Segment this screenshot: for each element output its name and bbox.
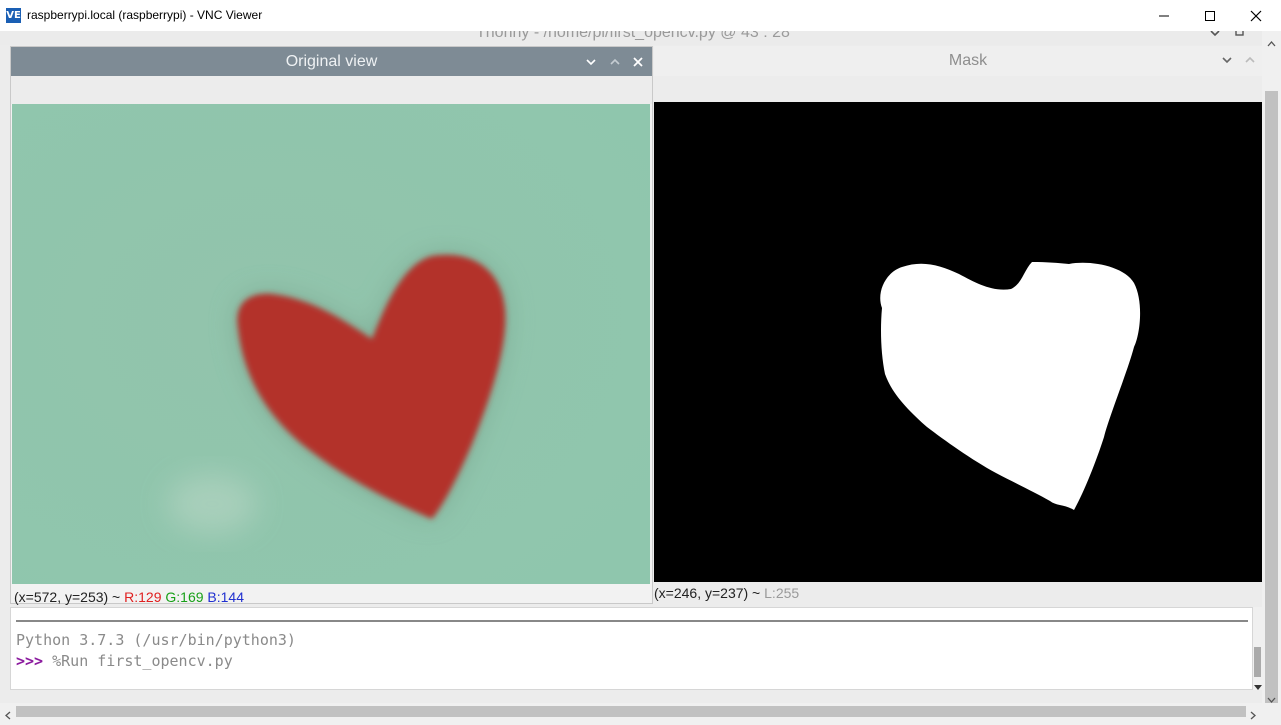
mask-status-luminance: L:255 bbox=[764, 585, 800, 601]
original-close-icon[interactable] bbox=[627, 51, 649, 73]
original-chevron-down-icon[interactable] bbox=[580, 51, 602, 73]
shell-scroll-thumb[interactable] bbox=[1254, 647, 1261, 677]
original-view-title-bar[interactable]: Original view bbox=[11, 47, 652, 76]
maximize-icon bbox=[1205, 10, 1215, 21]
mask-title: Mask bbox=[948, 52, 988, 69]
shell-scrollbar[interactable] bbox=[1253, 607, 1262, 690]
thonny-chevron-icon[interactable] bbox=[1208, 31, 1222, 45]
horizontal-scrollbar[interactable] bbox=[0, 703, 1262, 720]
original-view-window: Original view (x=572, y=253) ~ R:129 G:1… bbox=[10, 46, 653, 605]
shell-prompt: >>> bbox=[16, 652, 44, 670]
mask-chevron-down-icon[interactable] bbox=[1216, 49, 1238, 71]
vnc-logo-icon: VE bbox=[6, 8, 21, 23]
original-status-coords: (x=572, y=253) ~ bbox=[14, 589, 125, 605]
close-button[interactable] bbox=[1233, 0, 1279, 31]
vertical-scroll-thumb[interactable] bbox=[1265, 91, 1278, 703]
camera-frame bbox=[12, 104, 650, 584]
minimize-button[interactable] bbox=[1141, 0, 1187, 31]
shell-scroll-down-icon[interactable] bbox=[1254, 679, 1262, 697]
status-blue-value: B:144 bbox=[207, 589, 245, 605]
original-view-toolbar bbox=[11, 76, 652, 104]
minimize-icon bbox=[1159, 15, 1169, 16]
scroll-up-icon[interactable] bbox=[1267, 34, 1276, 52]
shell-banner: Python 3.7.3 (/usr/bin/python3) bbox=[16, 631, 296, 649]
mask-status-coords: (x=246, y=237) ~ bbox=[654, 585, 765, 601]
thonny-maximize-icon[interactable] bbox=[1233, 31, 1247, 45]
mask-chevron-up-icon[interactable] bbox=[1239, 49, 1261, 71]
status-green-value: G:169 bbox=[165, 589, 204, 605]
vnc-title-bar: VE raspberrypi.local (raspberrypi) - VNC… bbox=[0, 0, 1281, 32]
vertical-scrollbar[interactable] bbox=[1262, 31, 1281, 703]
original-view-image[interactable] bbox=[12, 104, 650, 584]
original-view-title: Original view bbox=[285, 53, 378, 70]
window-title: raspberrypi.local (raspberrypi) - VNC Vi… bbox=[27, 8, 263, 22]
python-shell[interactable]: Python 3.7.3 (/usr/bin/python3) >>> %Run… bbox=[10, 607, 1253, 690]
scroll-right-icon[interactable] bbox=[1250, 707, 1257, 725]
thonny-title: Thonny - /home/pi/first_opencv.py @ 43 :… bbox=[476, 31, 790, 41]
scrollbar-corner bbox=[1262, 703, 1281, 719]
mask-status-bar: (x=246, y=237) ~ L:255 bbox=[654, 585, 799, 601]
mask-title-bar[interactable]: Mask bbox=[654, 46, 1262, 76]
original-chevron-up-icon[interactable] bbox=[604, 51, 626, 73]
maximize-button[interactable] bbox=[1187, 0, 1233, 31]
scroll-left-icon[interactable] bbox=[4, 707, 11, 725]
mask-window: Mask (x=246, y=237) ~ L:255 bbox=[654, 46, 1262, 606]
mask-image[interactable] bbox=[654, 102, 1262, 582]
horizontal-scroll-thumb[interactable] bbox=[16, 706, 1246, 717]
close-icon bbox=[1250, 10, 1262, 21]
thonny-title-bar: Thonny - /home/pi/first_opencv.py @ 43 :… bbox=[0, 31, 1262, 45]
mask-heart-shape bbox=[654, 102, 1262, 582]
original-status-bar: (x=572, y=253) ~ R:129 G:169 B:144 bbox=[14, 589, 244, 605]
status-red-value: R:129 bbox=[124, 589, 162, 605]
shell-command: %Run first_opencv.py bbox=[52, 652, 233, 670]
shell-divider bbox=[16, 620, 1248, 622]
